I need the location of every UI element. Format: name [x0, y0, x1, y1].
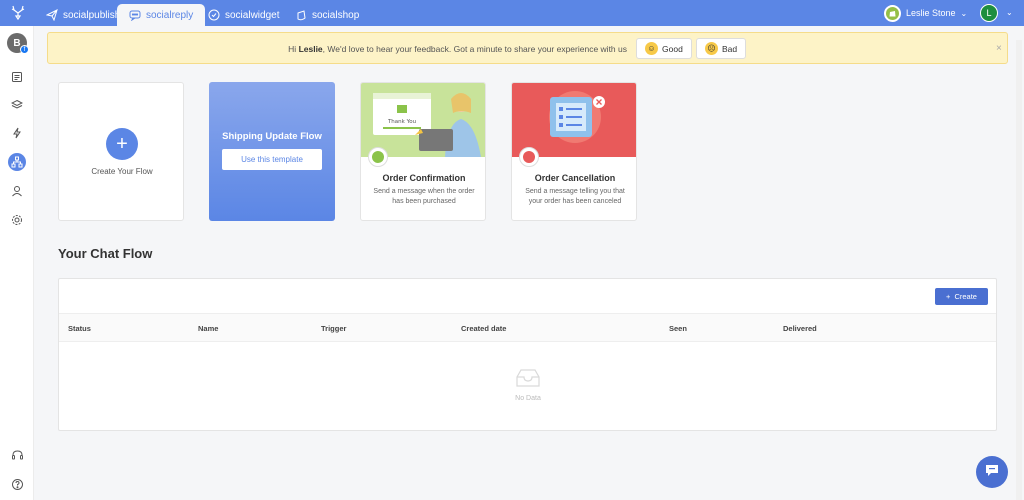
feedback-message: Hi Leslie, We'd love to hear your feedba…	[288, 44, 627, 54]
tab-label: socialshop	[312, 9, 360, 21]
chat-bubble-icon	[984, 462, 1000, 483]
sad-emoji-icon: ☹	[705, 42, 718, 55]
paper-plane-icon	[45, 9, 58, 22]
bad-label: Bad	[722, 43, 738, 54]
chat-reply-icon	[129, 9, 141, 22]
user-name: Leslie Stone	[906, 8, 956, 18]
feedback-banner: Hi Leslie, We'd love to hear your feedba…	[47, 32, 1008, 64]
create-flow-card[interactable]: + Create Your Flow	[58, 82, 184, 221]
chevron-down-icon: ⌄	[960, 8, 968, 18]
create-button[interactable]: + Create	[935, 288, 988, 305]
close-icon[interactable]: ×	[996, 43, 1002, 54]
order-cancellation-illustration	[512, 83, 636, 157]
shipping-update-card[interactable]: Shipping Update Flow Use this template	[209, 82, 335, 221]
empty-inbox-icon	[513, 367, 543, 389]
column-created-date[interactable]: Created date	[461, 324, 506, 333]
live-chat-button[interactable]	[976, 456, 1008, 488]
flow-icon[interactable]	[8, 153, 26, 171]
column-delivered[interactable]: Delivered	[783, 324, 817, 333]
settings-icon[interactable]	[8, 211, 26, 229]
page-scrollbar[interactable]	[1016, 40, 1022, 500]
tab-socialwidget[interactable]: socialwidget	[196, 4, 291, 26]
layers-icon[interactable]	[8, 96, 26, 114]
tab-socialreply[interactable]: socialreply	[117, 4, 206, 26]
column-status[interactable]: Status	[68, 324, 91, 333]
order-cancellation-card[interactable]: Order Cancellation Send a message tellin…	[511, 82, 637, 221]
help-icon[interactable]	[8, 475, 26, 493]
chevron-down-icon[interactable]: ⌄	[1006, 8, 1013, 17]
thank-you-text: Thank You	[387, 119, 416, 125]
table-header: Status Name Trigger Created date Seen De…	[59, 313, 996, 342]
widget-icon	[208, 9, 220, 21]
column-name[interactable]: Name	[198, 324, 218, 333]
user-icon[interactable]	[8, 182, 26, 200]
tab-socialshop[interactable]: socialshop	[283, 4, 371, 26]
user-first-name: Leslie	[298, 44, 323, 54]
tab-label: socialreply	[146, 9, 194, 21]
no-data-text: No Data	[515, 395, 541, 402]
chat-flow-table: + Create Status Name Trigger Created dat…	[58, 278, 997, 431]
order-confirmation-title: Order Confirmation	[382, 173, 466, 183]
order-confirmation-card[interactable]: Thank You Order Confirmation Send a mess…	[360, 82, 486, 221]
bad-feedback-button[interactable]: ☹ Bad	[696, 38, 747, 59]
order-cancellation-title: Order Cancellation	[534, 173, 616, 183]
order-confirmation-description: Send a message when the order has been p…	[373, 188, 475, 205]
smile-emoji-icon: ☺	[645, 42, 658, 55]
support-icon[interactable]	[8, 446, 26, 464]
sidebar: B f	[0, 26, 34, 500]
use-template-button[interactable]: Use this template	[222, 149, 322, 170]
account-avatar[interactable]: L	[980, 4, 998, 22]
bolt-icon[interactable]	[8, 124, 26, 142]
good-feedback-button[interactable]: ☺ Good	[636, 38, 692, 59]
create-flow-label: Create Your Flow	[91, 167, 153, 176]
column-trigger[interactable]: Trigger	[321, 324, 346, 333]
create-label: Create	[954, 292, 977, 301]
order-confirmation-illustration: Thank You	[361, 83, 485, 157]
deer-logo-icon[interactable]	[9, 4, 27, 22]
content-icon[interactable]	[8, 68, 26, 86]
order-cancellation-description: Send a message telling you that your ord…	[525, 188, 625, 205]
plus-icon[interactable]: +	[106, 128, 138, 160]
cancellation-badge-icon	[519, 147, 539, 167]
tab-label: socialwidget	[225, 9, 280, 21]
shopify-icon	[884, 4, 901, 22]
user-menu[interactable]: Leslie Stone ⌄	[884, 4, 967, 22]
shipping-update-title: Shipping Update Flow	[222, 131, 322, 142]
shop-bag-icon	[295, 9, 307, 21]
facebook-icon: f	[20, 45, 29, 54]
confirmation-badge-icon	[368, 147, 388, 167]
column-seen[interactable]: Seen	[669, 324, 687, 333]
chat-flow-title: Your Chat Flow	[58, 246, 153, 261]
good-label: Good	[662, 43, 683, 54]
tab-label: socialpublish	[63, 9, 121, 21]
top-navigation-bar: socialpublish socialreply socialwidget s…	[0, 0, 1024, 26]
plus-icon: +	[946, 292, 951, 301]
